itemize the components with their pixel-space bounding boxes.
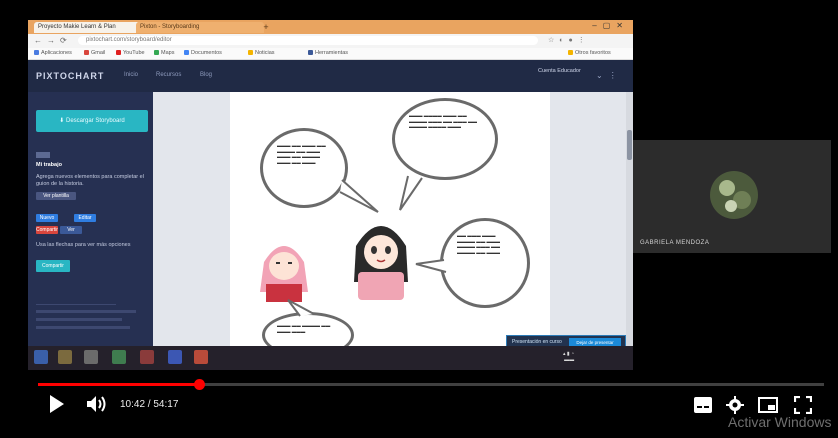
nav-link[interactable]: Recursos — [156, 72, 181, 78]
app-icon[interactable] — [84, 350, 98, 364]
side-divider — [36, 304, 116, 305]
nav-arrows-icon[interactable]: ←→⟳ — [34, 36, 72, 45]
editor-canvas: ▬▬▬ ▬▬ ▬▬▬ ▬▬ ▬▬▬▬ ▬▬ ▬▬▬ ▬▬▬ ▬▬ ▬▬▬▬ ▬▬… — [153, 92, 633, 358]
app-logo[interactable]: PIXTOCHART — [36, 71, 104, 81]
side-placeholder-line — [36, 326, 130, 329]
tag-button[interactable]: Compartir — [36, 226, 58, 234]
volume-icon[interactable] — [86, 394, 108, 414]
settings-gear-icon[interactable] — [726, 396, 744, 414]
webcam-panel — [633, 140, 831, 253]
address-bar: ←→⟳ pixtochart.com/storyboard/editor ☆◐●… — [28, 34, 633, 48]
bookmark-item[interactable]: Herramientas — [308, 49, 348, 58]
activation-watermark: Activar Windows — [728, 414, 832, 430]
file-explorer-icon[interactable] — [58, 350, 72, 364]
bookmark-item[interactable]: Documentos — [184, 49, 222, 58]
participant-name: GABRIELA MENDOZA — [640, 240, 710, 246]
time-display: 10:42 / 54:17 — [120, 399, 179, 410]
time-current: 10:42 — [120, 399, 146, 410]
browser-tab-bar: Proyecto Makie Learn & Plan Pixton - Sto… — [28, 20, 633, 34]
time-total: 54:17 — [153, 399, 179, 410]
side-placeholder-line — [36, 318, 122, 321]
system-tray[interactable]: ▴ ▮ ◔ ▬▬ — [563, 351, 574, 363]
side-placeholder-line — [36, 310, 136, 313]
windows-taskbar: ▴ ▮ ◔ ▬▬ — [28, 346, 633, 370]
subtitles-icon[interactable] — [694, 397, 712, 413]
app-icon[interactable] — [140, 350, 154, 364]
app-header: PIXTOCHART Inicio Recursos Blog Cuenta E… — [28, 60, 633, 92]
tag-button[interactable]: Ver — [60, 226, 82, 234]
nav-link[interactable]: Blog — [200, 72, 212, 78]
url-input[interactable]: pixtochart.com/storyboard/editor — [78, 36, 538, 45]
bookmark-item[interactable]: Maps — [154, 49, 174, 58]
window-controls[interactable]: –▢✕ — [592, 21, 629, 30]
bubble-tails — [287, 175, 447, 317]
scrollbar-thumb[interactable] — [627, 130, 632, 160]
bookmarks-bar: Aplicaciones Gmail YouTube Maps Document… — [28, 48, 633, 60]
share-button[interactable]: Compartir — [36, 260, 70, 272]
side-template-button[interactable]: Ver plantilla — [36, 192, 76, 200]
nav-link[interactable]: Inicio — [124, 72, 138, 78]
avatar — [710, 171, 758, 219]
download-button[interactable]: ⬇ Descargar Storyboard — [36, 110, 148, 132]
app-icon[interactable] — [168, 350, 182, 364]
presenting-text: Presentación en curso — [512, 339, 562, 345]
extensions-icon[interactable]: ☆◐●⋮ — [548, 36, 590, 44]
tag-button[interactable]: Nuevo — [36, 214, 58, 222]
progress-played — [38, 383, 200, 386]
fullscreen-icon[interactable] — [794, 396, 812, 414]
progress-scrubber[interactable] — [194, 379, 206, 390]
side-description: Agrega nuevos elementos para completar e… — [36, 174, 144, 187]
browser-tab-second[interactable]: Pixton - Storyboarding — [136, 22, 264, 33]
tag-button[interactable]: Editar — [74, 214, 96, 222]
bookmark-item[interactable]: Noticias — [248, 49, 275, 58]
new-tab-icon[interactable]: + — [260, 22, 272, 33]
storyboard-slide[interactable]: ▬▬▬ ▬▬ ▬▬▬ ▬▬ ▬▬▬▬ ▬▬ ▬▬▬ ▬▬▬ ▬▬ ▬▬▬▬ ▬▬… — [230, 92, 550, 358]
chrome-icon[interactable] — [112, 350, 126, 364]
user-menu[interactable]: Cuenta Educador — [538, 68, 588, 75]
bookmark-item[interactable]: Otros favoritos — [568, 49, 611, 58]
bookmark-item[interactable]: Gmail — [84, 49, 105, 58]
bookmark-item[interactable]: YouTube — [116, 49, 145, 58]
start-icon[interactable] — [34, 350, 48, 364]
bookmark-item[interactable]: Aplicaciones — [34, 49, 72, 58]
shared-screen: Proyecto Makie Learn & Plan Pixton - Sto… — [28, 20, 633, 370]
side-badge — [36, 152, 50, 158]
app-icon[interactable] — [194, 350, 208, 364]
browser-tab-active[interactable]: Proyecto Makie Learn & Plan — [34, 22, 140, 33]
side-tip: Usa las flechas para ver más opciones — [36, 242, 131, 248]
side-panel: ⬇ Descargar Storyboard Mi trabajo Agrega… — [28, 92, 153, 354]
side-heading: Mi trabajo — [36, 162, 62, 168]
play-icon[interactable] — [48, 394, 66, 414]
header-icons[interactable]: ⌄⋮ — [596, 71, 623, 80]
miniplayer-icon[interactable] — [758, 397, 778, 413]
